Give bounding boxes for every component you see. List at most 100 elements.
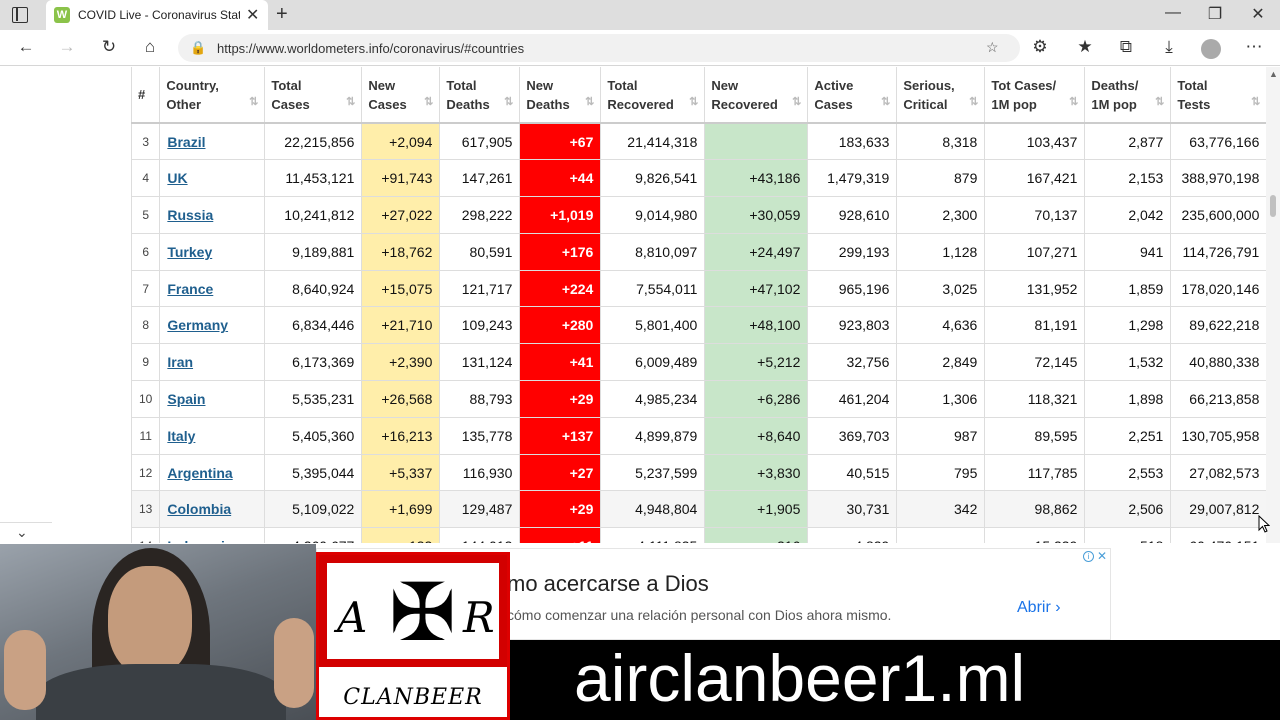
country-link[interactable]: Italy [167, 428, 195, 444]
tab-actions-icon[interactable] [12, 7, 28, 23]
sort-icon[interactable]: ⇅ [504, 93, 513, 112]
sort-icon[interactable]: ⇅ [1251, 93, 1260, 112]
country-link[interactable]: Argentina [167, 465, 232, 481]
sort-icon[interactable]: ⇅ [689, 93, 698, 112]
sort-icon[interactable]: ⇅ [249, 93, 258, 112]
total-tests-cell: 66,213,858 [1170, 380, 1268, 418]
header-total-tests[interactable]: Total Tests ⇅ [1170, 67, 1268, 124]
minimize-icon[interactable]: — [1158, 4, 1188, 22]
row-rank: 4 [130, 159, 161, 198]
cases-per-million-cell: 117,785 [984, 453, 1086, 492]
url-text[interactable]: https://www.worldometers.info/coronaviru… [217, 41, 524, 56]
browser-tab[interactable]: W COVID Live - Coronavirus Statistics ✕ [46, 0, 268, 30]
scroll-thumb[interactable] [1270, 195, 1276, 217]
tab-title: COVID Live - Coronavirus Statistics [78, 8, 240, 22]
header-new-deaths[interactable]: New Deaths ⇅ [519, 67, 602, 124]
cases-per-million-cell: 107,271 [984, 232, 1086, 271]
header-total-recovered[interactable]: Total Recovered ⇅ [600, 67, 706, 124]
new-recovered-cell: +30,059 [704, 196, 809, 234]
page-scrollbar[interactable]: ▲ [1266, 67, 1280, 543]
new-recovered-cell: +5,212 [704, 343, 809, 382]
country-link[interactable]: Colombia [167, 501, 231, 517]
window-close-icon[interactable]: ✕ [1243, 4, 1273, 24]
chevron-down-icon[interactable]: ⌄ [16, 524, 28, 541]
header-total-cases[interactable]: Total Cases ⇅ [264, 67, 363, 124]
sort-icon[interactable]: ⇅ [969, 93, 978, 112]
country-link[interactable]: Brazil [167, 134, 205, 150]
favorites-icon[interactable]: ★ [1073, 37, 1097, 57]
header-deaths-per-million[interactable]: Deaths/1M pop ⇅ [1084, 67, 1172, 124]
header-new-recovered[interactable]: New Recovered ⇅ [704, 67, 809, 124]
ad-close-icon[interactable]: ✕ [1097, 549, 1107, 563]
ad-subtitle: cómo comenzar una relación personal con … [507, 607, 892, 623]
extensions-icon[interactable]: ⚙ [1028, 37, 1052, 57]
lock-icon[interactable]: 🔒 [190, 40, 206, 56]
ad-open-button[interactable]: Abrir › [1017, 599, 1061, 617]
logo-letter-right: R [463, 593, 495, 642]
home-icon[interactable]: ⌂ [138, 37, 162, 57]
serious-critical-cell: 795 [896, 453, 986, 492]
sort-icon[interactable]: ⇅ [881, 93, 890, 112]
deaths-per-million-cell: 2,553 [1084, 453, 1172, 492]
total-cases-cell: 8,640,924 [264, 269, 363, 308]
country-link[interactable]: Turkey [167, 244, 212, 260]
refresh-icon[interactable]: ↻ [97, 37, 121, 57]
address-bar[interactable]: 🔒 https://www.worldometers.info/coronavi… [178, 34, 1020, 62]
header-active-cases[interactable]: Active Cases ⇅ [807, 67, 898, 124]
new-deaths-cell: +44 [519, 159, 602, 198]
forward-icon[interactable]: → [55, 37, 79, 57]
collections-icon[interactable]: ⧉ [1114, 37, 1138, 57]
header-new-cases[interactable]: New Cases ⇅ [361, 67, 441, 124]
sort-icon[interactable]: ⇅ [1155, 93, 1164, 112]
maximize-icon[interactable]: ❐ [1200, 4, 1230, 24]
new-deaths-cell: +176 [519, 232, 602, 271]
header-country[interactable]: Country, Other ⇅ [159, 67, 266, 124]
iron-cross-icon: ✠ [389, 568, 457, 657]
total-deaths-cell: 109,243 [439, 306, 521, 345]
back-icon[interactable]: ← [14, 37, 38, 57]
new-deaths-cell: +41 [519, 343, 602, 382]
country-link[interactable]: Russia [167, 207, 213, 223]
country-link[interactable]: Spain [167, 391, 205, 407]
sort-icon[interactable]: ⇅ [1069, 93, 1078, 112]
more-menu-icon[interactable]: ⋯ [1242, 37, 1266, 57]
active-cases-cell: 4,829 [807, 527, 898, 543]
sort-icon[interactable]: ⇅ [424, 93, 433, 112]
serious-critical-cell: 879 [896, 159, 986, 198]
country-link[interactable]: Iran [167, 354, 193, 370]
total-recovered-cell: 9,826,541 [600, 159, 706, 198]
ad-title[interactable]: mo acercarse a Dios [507, 571, 709, 597]
serious-critical-cell: 2,849 [896, 343, 986, 382]
webcam-overlay [0, 544, 316, 720]
cases-per-million-cell: 118,321 [984, 380, 1086, 418]
new-recovered-cell: +6,286 [704, 380, 809, 418]
country-link[interactable]: France [167, 281, 213, 297]
country-link[interactable]: UK [167, 170, 187, 186]
country-cell: Argentina [159, 453, 266, 492]
tab-close-icon[interactable]: ✕ [246, 5, 259, 25]
downloads-icon[interactable]: ⤓ [1157, 37, 1181, 57]
deaths-per-million-cell: 1,532 [1084, 343, 1172, 382]
new-deaths-cell: +224 [519, 269, 602, 308]
profile-avatar[interactable] [1201, 39, 1221, 59]
country-link[interactable]: Germany [167, 317, 228, 333]
table-header-row: # Country, Other ⇅ Total Cases ⇅ New Cases ⇅ T… [130, 67, 1268, 124]
header-total-deaths[interactable]: Total Deaths ⇅ [439, 67, 521, 124]
ad-info-icon[interactable]: i [1083, 551, 1094, 562]
total-deaths-cell: 116,930 [439, 453, 521, 492]
header-cases-per-million[interactable]: Tot Cases/1M pop ⇅ [984, 67, 1086, 124]
new-deaths-cell: +67 [519, 122, 602, 161]
sort-icon[interactable]: ⇅ [585, 93, 594, 112]
header-rank[interactable]: # [130, 67, 161, 124]
sort-icon[interactable]: ⇅ [346, 93, 355, 112]
total-deaths-cell: 88,793 [439, 380, 521, 418]
header-serious-critical[interactable]: Serious, Critical ⇅ [896, 67, 986, 124]
total-tests-cell: 40,880,338 [1170, 343, 1268, 382]
row-rank: 10 [130, 380, 161, 418]
new-tab-icon[interactable]: + [276, 3, 288, 26]
country-link[interactable]: Indonesia [167, 538, 232, 543]
scroll-up-icon[interactable]: ▲ [1269, 69, 1278, 79]
favorite-add-icon[interactable]: ☆ [986, 39, 999, 56]
table-row: 8 Germany 6,834,446 +21,710 109,243 +280 5,801… [130, 306, 1268, 345]
sort-icon[interactable]: ⇅ [792, 93, 801, 112]
